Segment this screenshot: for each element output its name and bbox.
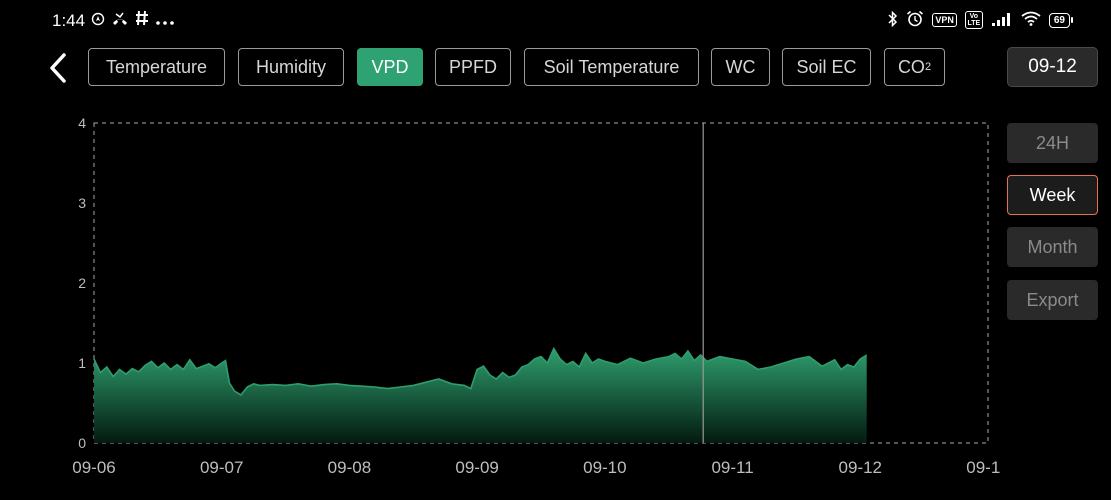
status-time: 1:44 [52,10,86,30]
x-tick-label: 09-11 [711,458,753,477]
battery-icon: 69 [1048,12,1073,28]
tab-vpd[interactable]: VPD [357,48,423,86]
x-axis: 09-06 09-07 09-08 09-09 09-10 09-11 09-12 09-13 [72,458,1000,477]
tab-humidity[interactable]: Humidity [238,48,344,86]
export-button[interactable]: Export [1007,280,1098,320]
date-picker-button[interactable]: 09-12 [1007,47,1098,87]
alarm-icon [906,10,924,30]
tab-ppfd[interactable]: PPFD [435,48,511,86]
tab-wc[interactable]: WC [711,48,770,86]
bluetooth-icon [888,10,898,30]
tab-temperature[interactable]: Temperature [88,48,225,86]
tab-soil-temperature[interactable]: Soil Temperature [524,48,699,86]
tab-soil-ec[interactable]: Soil EC [782,48,871,86]
range-24h-button[interactable]: 24H [1007,123,1098,163]
tab-label: PPFD [448,56,497,77]
x-tick-label: 09-06 [72,458,115,477]
missed-call-icon [111,11,129,31]
y-tick-label: 0 [78,435,86,451]
status-left: 1:44 [52,10,175,31]
vpd-chart[interactable]: 0 1 2 3 4 09-06 09-07 09-08 09-09 09-10 09-11 09-1… [0,100,1000,490]
tab-label-subscript: 2 [924,61,932,73]
back-button[interactable] [44,50,74,86]
tab-label: Soil EC [796,56,857,77]
range-label: Month [1027,236,1078,257]
y-tick-label: 3 [78,195,86,211]
status-bar: 1:44 VPN Vo LTE 69 [0,0,1111,40]
date-label: 09-12 [1028,56,1077,77]
tab-label: Humidity [255,56,326,77]
hashtag-icon [135,10,149,31]
vpn-badge: VPN [932,13,957,27]
chevron-left-icon [50,53,66,83]
tab-co2[interactable]: CO 2 [884,48,945,86]
x-tick-label: 09-10 [583,458,626,477]
x-tick-label: 09-09 [455,458,498,477]
y-tick-label: 2 [78,275,86,291]
x-tick-label: 09-07 [200,458,243,477]
export-label: Export [1026,289,1079,310]
range-label: Week [1029,184,1076,205]
tab-label: CO [897,56,925,77]
x-tick-label: 09-12 [839,458,882,477]
x-tick-label: 09-08 [328,458,371,477]
vpd-area [94,348,867,443]
battery-level: 69 [1048,12,1070,28]
tab-label: VPD [371,56,409,77]
y-tick-label: 4 [78,115,86,131]
range-month-button[interactable]: Month [1007,227,1098,267]
wifi-icon [1021,11,1041,29]
range-label: 24H [1035,132,1070,153]
more-dots-icon [155,11,175,31]
signal-icon [991,12,1013,29]
y-tick-label: 1 [78,355,86,371]
status-right: VPN Vo LTE 69 [888,10,1073,30]
tab-label: Soil Temperature [543,56,680,77]
x-tick-label: 09-13 [966,458,1000,477]
location-icon [91,11,105,31]
range-week-button[interactable]: Week [1007,175,1098,215]
tab-label: Temperature [105,56,208,77]
tab-label: WC [725,56,756,77]
volte-badge: Vo LTE [964,11,983,29]
y-axis: 0 1 2 3 4 [78,115,86,451]
